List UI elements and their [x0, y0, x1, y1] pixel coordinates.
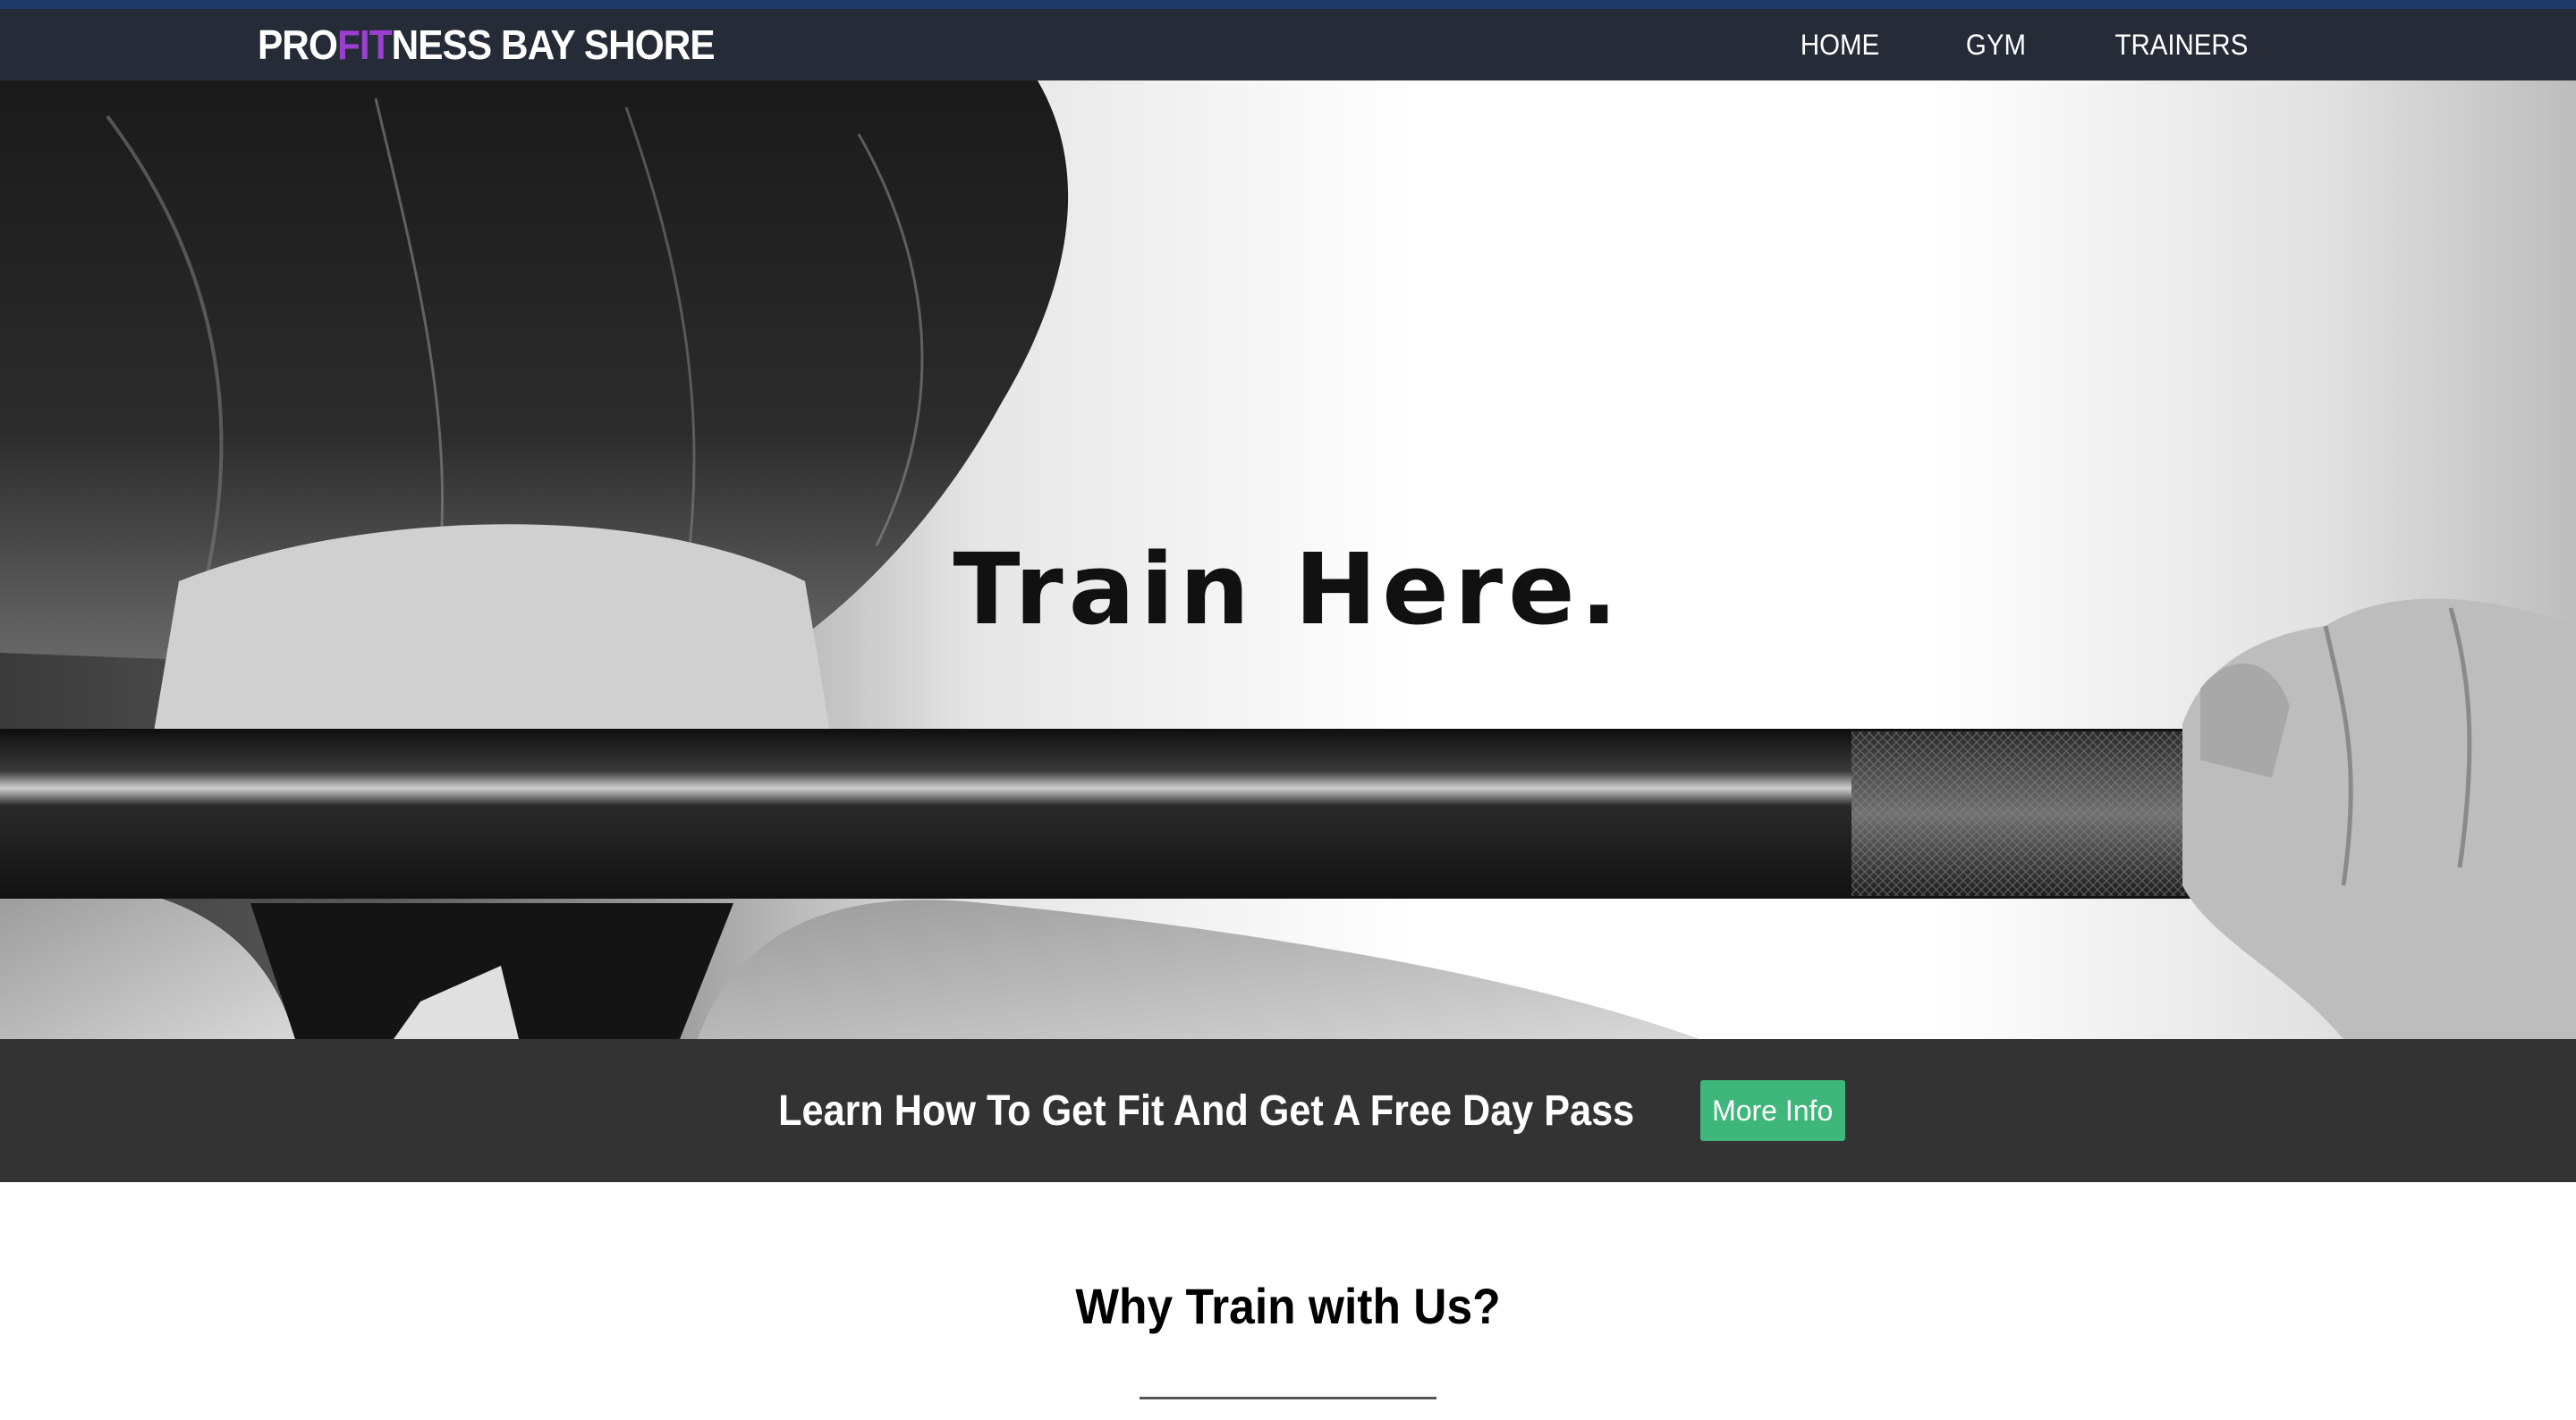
cta-text: Learn How To Get Fit And Get A Free Day …: [778, 1086, 1635, 1135]
nav-trainers-link[interactable]: TRAINERS: [2115, 29, 2249, 62]
section-divider: [1140, 1397, 1436, 1399]
nav-links: HOME GYM TRAINERS: [1716, 9, 2254, 80]
more-info-button[interactable]: More Info: [1699, 1080, 1845, 1141]
brand-suffix: NESS BAY SHORE: [391, 21, 716, 68]
brand-accent: FIT: [336, 21, 393, 68]
top-accent-strip: [0, 0, 2576, 9]
section-title: Why Train with Us?: [1075, 1278, 1501, 1334]
nav-home-link[interactable]: HOME: [1801, 29, 1879, 62]
hero-title: Train Here.: [953, 532, 1623, 647]
brand-logo[interactable]: PROFITNESS BAY SHORE: [258, 9, 716, 80]
navbar: PROFITNESS BAY SHORE HOME GYM TRAINERS: [0, 9, 2576, 80]
hero-banner: Train Here.: [0, 80, 2576, 1039]
cta-bar: Learn How To Get Fit And Get A Free Day …: [0, 1039, 2576, 1182]
nav-gym-link[interactable]: GYM: [1966, 29, 2026, 62]
brand-prefix: PRO: [258, 21, 338, 68]
